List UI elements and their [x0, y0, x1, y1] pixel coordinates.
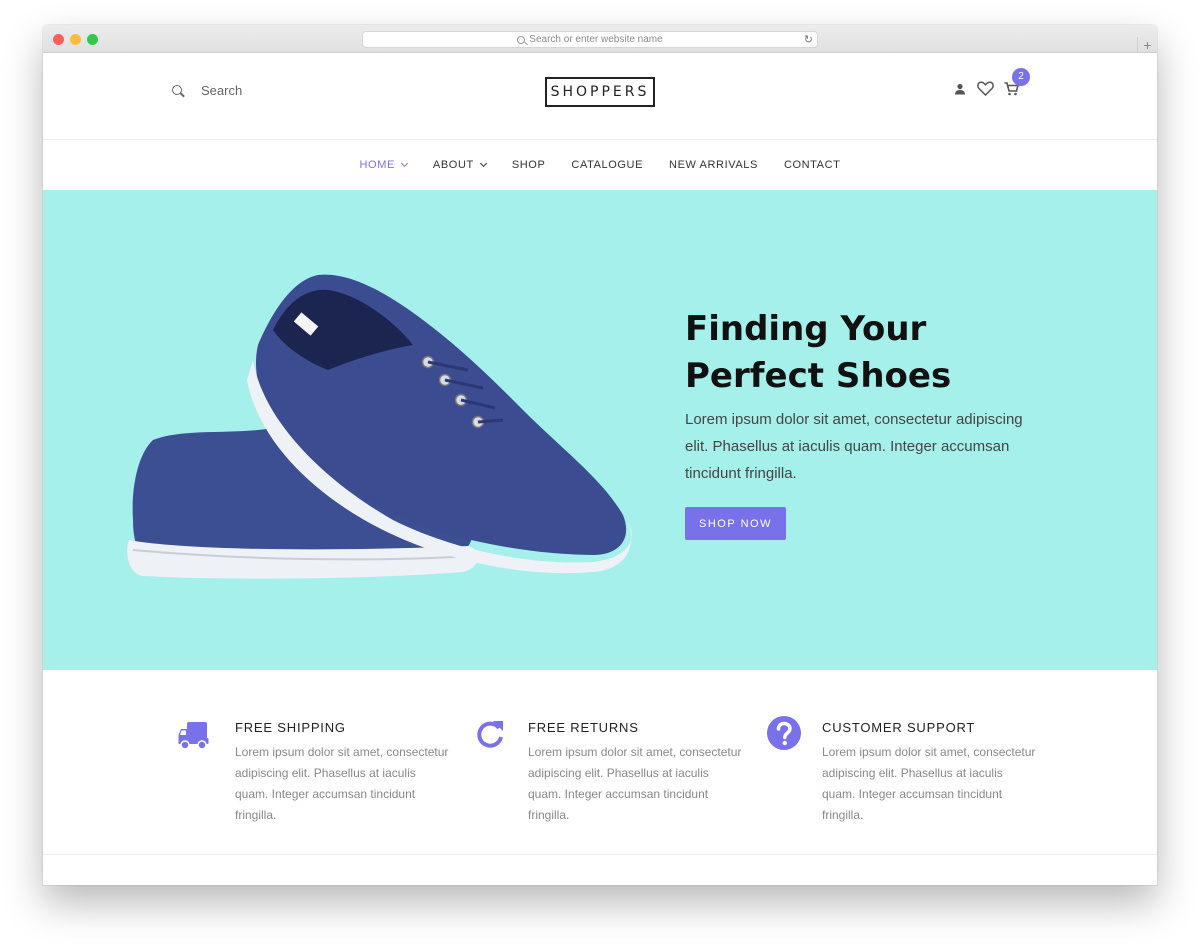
nav-label: NEW ARRIVALS [669, 159, 758, 171]
main-nav: HOME ABOUT SHOP CATALOGUE NEW ARRIVALS C… [43, 140, 1157, 190]
nav-item-new-arrivals[interactable]: NEW ARRIVALS [669, 159, 758, 171]
nav-item-about[interactable]: ABOUT [432, 159, 487, 171]
search-icon [171, 84, 185, 98]
features-section: FREE SHIPPING Lorem ipsum dolor sit amet… [43, 670, 1157, 855]
browser-window: Search or enter website name ↻ + Search … [43, 25, 1157, 885]
nav-label: SHOP [511, 159, 546, 171]
shoe-image [127, 274, 632, 579]
heart-icon[interactable] [977, 81, 994, 96]
nav-label: ABOUT [432, 159, 474, 171]
feature-title: CUSTOMER SUPPORT [822, 720, 976, 735]
nav-item-shop[interactable]: SHOP [512, 159, 546, 171]
hero-title-line2: Perfect Shoes [685, 356, 952, 396]
hero-title: Finding Your Perfect Shoes [685, 306, 1045, 400]
nav-item-catalogue[interactable]: CATALOGUE [571, 159, 643, 171]
refresh-icon [477, 721, 503, 748]
new-tab-button[interactable]: + [1137, 37, 1157, 53]
help-icon [767, 716, 801, 750]
browser-titlebar: Search or enter website name ↻ + [43, 25, 1157, 53]
chevron-down-icon [400, 159, 408, 168]
minimize-window-button[interactable] [70, 34, 81, 45]
close-window-button[interactable] [53, 34, 64, 45]
nav-label: HOME [359, 159, 395, 171]
reload-icon[interactable]: ↻ [804, 33, 813, 46]
site-header: Search SHOPPERS 2 [43, 53, 1157, 140]
cart-count-badge: 2 [1012, 67, 1030, 86]
address-bar[interactable]: Search or enter website name ↻ [362, 31, 818, 48]
hero-banner: Finding Your Perfect Shoes Lorem ipsum d… [43, 190, 1157, 670]
website: Search SHOPPERS 2 HOME ABOUT SHOP CATALO… [43, 53, 1157, 885]
truck-icon [178, 722, 209, 750]
nav-label: CATALOGUE [571, 159, 644, 171]
header-icons: 2 [953, 67, 1030, 96]
maximize-window-button[interactable] [87, 34, 98, 45]
feature-text: Lorem ipsum dolor sit amet, consectetur … [235, 745, 449, 822]
search-label: Search [201, 83, 243, 98]
site-search[interactable]: Search [171, 83, 242, 98]
site-logo[interactable]: SHOPPERS [545, 77, 655, 107]
user-icon[interactable] [953, 82, 967, 96]
feature-title: FREE RETURNS [528, 720, 639, 735]
shop-now-button[interactable]: SHOP NOW [685, 507, 786, 540]
cart-button[interactable]: 2 [1004, 67, 1030, 96]
nav-item-home[interactable]: HOME [359, 159, 408, 171]
hero-description: Lorem ipsum dolor sit amet, consectetur … [685, 411, 1023, 482]
hero-title-line1: Finding Your [685, 309, 927, 349]
feature-text: Lorem ipsum dolor sit amet, consectetur … [822, 745, 1036, 822]
address-placeholder: Search or enter website name [529, 34, 663, 45]
feature-text: Lorem ipsum dolor sit amet, consectetur … [528, 745, 742, 822]
feature-title: FREE SHIPPING [235, 720, 346, 735]
nav-item-contact[interactable]: CONTACT [784, 159, 841, 171]
search-icon [517, 35, 526, 44]
chevron-down-icon [479, 159, 487, 168]
nav-label: CONTACT [783, 159, 841, 171]
